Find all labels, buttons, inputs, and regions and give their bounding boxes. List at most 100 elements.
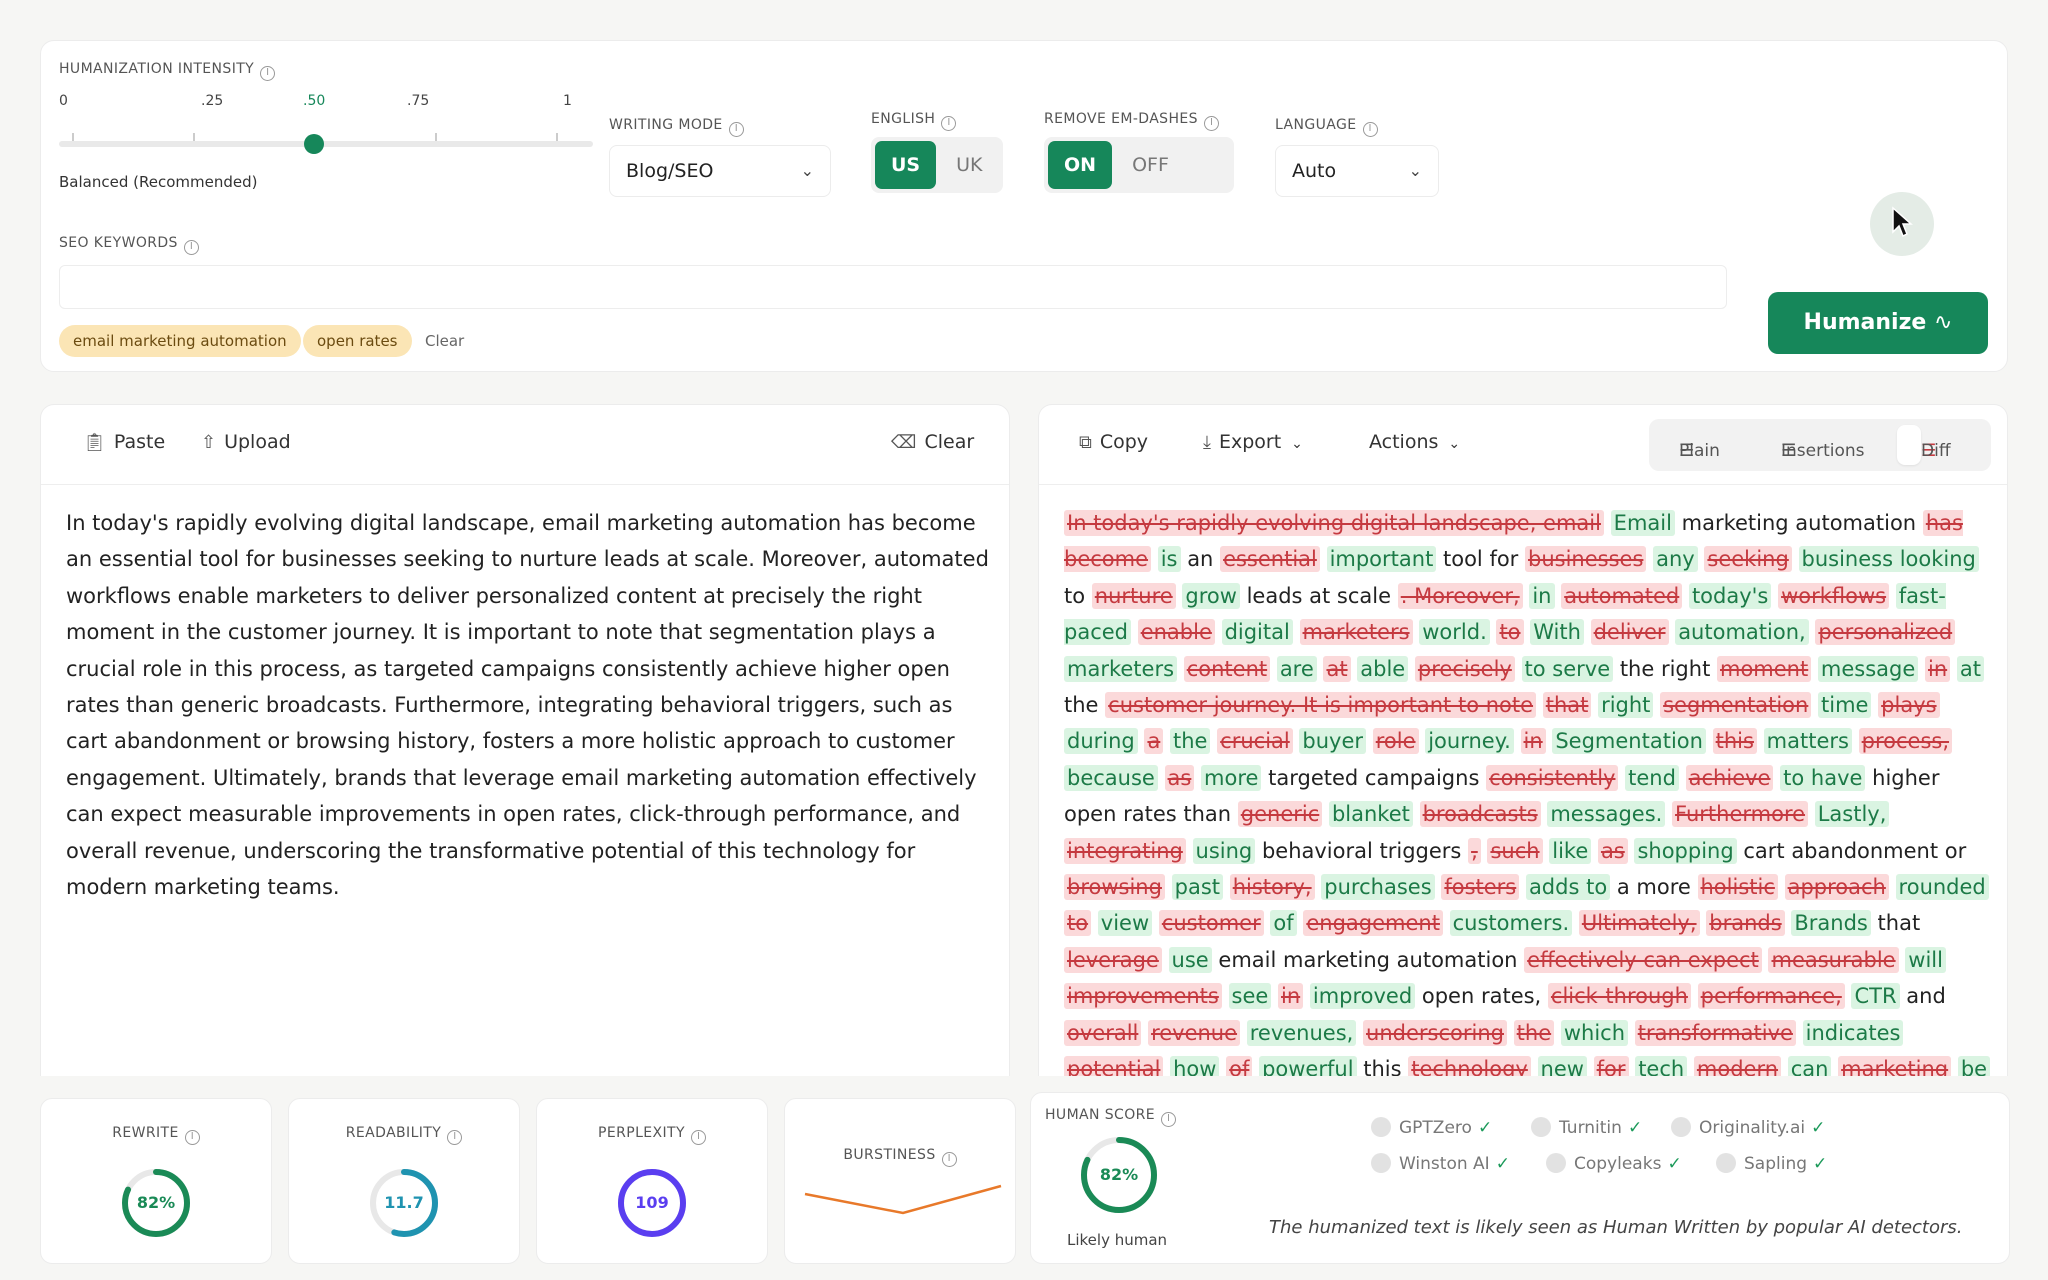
input-clear-button[interactable]: ⌫ Clear bbox=[891, 431, 974, 453]
insertion-span: today's bbox=[1688, 582, 1772, 609]
seo-keyword-chip[interactable]: email marketing automation bbox=[59, 325, 301, 357]
deletion-span: workflows bbox=[1778, 582, 1890, 609]
copy-button[interactable]: ⧉ Copy bbox=[1079, 431, 1148, 453]
tick-1: 1 bbox=[563, 93, 572, 109]
human-score-label: HUMAN SCORE i bbox=[1045, 1107, 1177, 1127]
winston-logo-icon bbox=[1371, 1153, 1391, 1173]
info-icon[interactable]: i bbox=[1203, 116, 1219, 131]
mouse-pointer-icon bbox=[1892, 206, 1913, 238]
deletion-span: customer journey. It is important to not… bbox=[1105, 692, 1537, 719]
em-dashes-toggle: ON OFF bbox=[1044, 137, 1234, 193]
info-icon[interactable]: i bbox=[260, 66, 276, 81]
insertion-span: during bbox=[1064, 728, 1138, 755]
unchanged-span: and bbox=[1906, 984, 1946, 1009]
check-icon: ✓ bbox=[1813, 1154, 1828, 1174]
seo-keyword-chip[interactable]: open rates bbox=[303, 325, 412, 357]
detector-gptzero: GPTZero ✓ bbox=[1371, 1117, 1492, 1138]
burstiness-label: BURSTINESS i bbox=[785, 1147, 1015, 1167]
info-icon[interactable]: i bbox=[941, 116, 957, 131]
detector-sapling: Sapling ✓ bbox=[1716, 1153, 1827, 1174]
deletion-span: enable bbox=[1137, 619, 1215, 646]
paste-button[interactable]: 📋︎ Paste bbox=[83, 431, 165, 453]
english-label: ENGLISH i bbox=[871, 111, 957, 131]
deletion-span: effectively can expect bbox=[1524, 946, 1762, 973]
burstiness-metric: BURSTINESS i bbox=[784, 1098, 1016, 1264]
deletion-span: fosters bbox=[1441, 874, 1520, 901]
insertion-span: rounded bbox=[1895, 874, 1989, 901]
writing-mode-dropdown[interactable]: Blog/SEO ⌄ bbox=[609, 145, 831, 197]
insertion-span: are bbox=[1276, 655, 1317, 682]
deletion-span: role bbox=[1372, 728, 1419, 755]
insertion-span: message bbox=[1817, 655, 1919, 682]
insertion-span: use bbox=[1168, 946, 1212, 973]
perplexity-metric: PERPLEXITY i 109 bbox=[536, 1098, 768, 1264]
intensity-slider-track[interactable] bbox=[59, 141, 593, 147]
info-icon[interactable]: i bbox=[447, 1130, 463, 1145]
unchanged-span: email marketing automation bbox=[1218, 947, 1518, 972]
human-score-ring: 82% bbox=[1079, 1135, 1159, 1215]
settings-panel: HUMANIZATION INTENSITY i 0 .25 .50 .75 1 … bbox=[40, 40, 2008, 372]
clipboard-icon: 📋︎ bbox=[83, 432, 106, 453]
info-icon[interactable]: i bbox=[183, 240, 199, 255]
view-insertions-tab[interactable]: ☰ Insertions bbox=[1757, 425, 1865, 465]
info-icon[interactable]: i bbox=[941, 1152, 957, 1167]
intensity-slider-thumb[interactable] bbox=[304, 134, 324, 154]
view-plain-tab[interactable]: ☰ Plain bbox=[1655, 425, 1720, 465]
language-dropdown[interactable]: Auto ⌄ bbox=[1275, 145, 1439, 197]
unchanged-span: cart abandonment or bbox=[1743, 838, 1967, 863]
deletion-span: revenue bbox=[1148, 1019, 1241, 1046]
detector-winston: Winston AI ✓ bbox=[1371, 1153, 1510, 1174]
english-uk-option[interactable]: UK bbox=[940, 141, 998, 189]
deletion-span: the bbox=[1513, 1019, 1555, 1046]
deletion-span: browsing bbox=[1064, 874, 1165, 901]
detector-turnitin: Turnitin ✓ bbox=[1531, 1117, 1642, 1138]
view-diff-tab[interactable]: ☰ Diff bbox=[1897, 425, 1951, 465]
insertion-span: With bbox=[1530, 619, 1584, 646]
deletion-span: history, bbox=[1229, 874, 1315, 901]
intensity-label: HUMANIZATION INTENSITY i bbox=[59, 61, 276, 81]
em-dashes-off-option[interactable]: OFF bbox=[1116, 141, 1185, 189]
deletion-span: achieve bbox=[1685, 764, 1774, 791]
info-icon[interactable]: i bbox=[1161, 1112, 1177, 1127]
insertion-span: right bbox=[1598, 692, 1654, 719]
actions-button[interactable]: Actions ⌄ bbox=[1369, 431, 1460, 453]
insertion-span: journey. bbox=[1425, 728, 1514, 755]
info-icon[interactable]: i bbox=[728, 122, 744, 137]
deletion-span: content bbox=[1183, 655, 1271, 682]
info-icon[interactable]: i bbox=[1362, 122, 1378, 137]
perplexity-value: 109 bbox=[635, 1193, 669, 1212]
insertion-span: messages. bbox=[1547, 801, 1666, 828]
english-us-option[interactable]: US bbox=[875, 141, 937, 189]
humanize-button[interactable]: Humanize ∿ bbox=[1768, 292, 1988, 354]
diff-output: In today's rapidly evolving digital land… bbox=[1064, 505, 1994, 1124]
info-icon[interactable]: i bbox=[690, 1130, 706, 1145]
unchanged-span: a more bbox=[1616, 875, 1691, 900]
insertion-span: revenues, bbox=[1246, 1019, 1357, 1046]
input-textarea[interactable]: In today's rapidly evolving digital land… bbox=[66, 505, 996, 905]
deletion-span: deliver bbox=[1590, 619, 1669, 646]
seo-keywords-input[interactable] bbox=[59, 265, 1727, 309]
upload-icon: ⇧ bbox=[201, 432, 217, 453]
insertion-span: shopping bbox=[1634, 837, 1737, 864]
export-button[interactable]: ⤓ Export ⌄ bbox=[1203, 431, 1303, 453]
deletion-span: in bbox=[1520, 728, 1546, 755]
readability-metric: READABILITY i 11.7 bbox=[288, 1098, 520, 1264]
insertion-span: business looking bbox=[1798, 546, 1979, 573]
info-icon[interactable]: i bbox=[184, 1130, 200, 1145]
insertion-span: matters bbox=[1763, 728, 1852, 755]
insertion-span: Lastly, bbox=[1814, 801, 1890, 828]
unchanged-span: leads at scale bbox=[1246, 583, 1392, 608]
insertion-span: Brands bbox=[1791, 910, 1871, 937]
seo-clear-button[interactable]: Clear bbox=[425, 325, 464, 357]
deletion-span: underscoring bbox=[1363, 1019, 1507, 1046]
deletion-span: customer bbox=[1158, 910, 1264, 937]
check-icon: ✓ bbox=[1811, 1118, 1826, 1138]
insertion-span: because bbox=[1064, 764, 1158, 791]
upload-button[interactable]: ⇧ Upload bbox=[201, 431, 291, 453]
deletion-span: segmentation bbox=[1660, 692, 1812, 719]
deletion-span: In today's rapidly evolving digital land… bbox=[1064, 510, 1604, 536]
em-dashes-on-option[interactable]: ON bbox=[1048, 141, 1113, 189]
readability-ring: 11.7 bbox=[368, 1167, 440, 1239]
unchanged-span: the bbox=[1064, 693, 1099, 718]
deletion-span: process, bbox=[1858, 728, 1953, 755]
